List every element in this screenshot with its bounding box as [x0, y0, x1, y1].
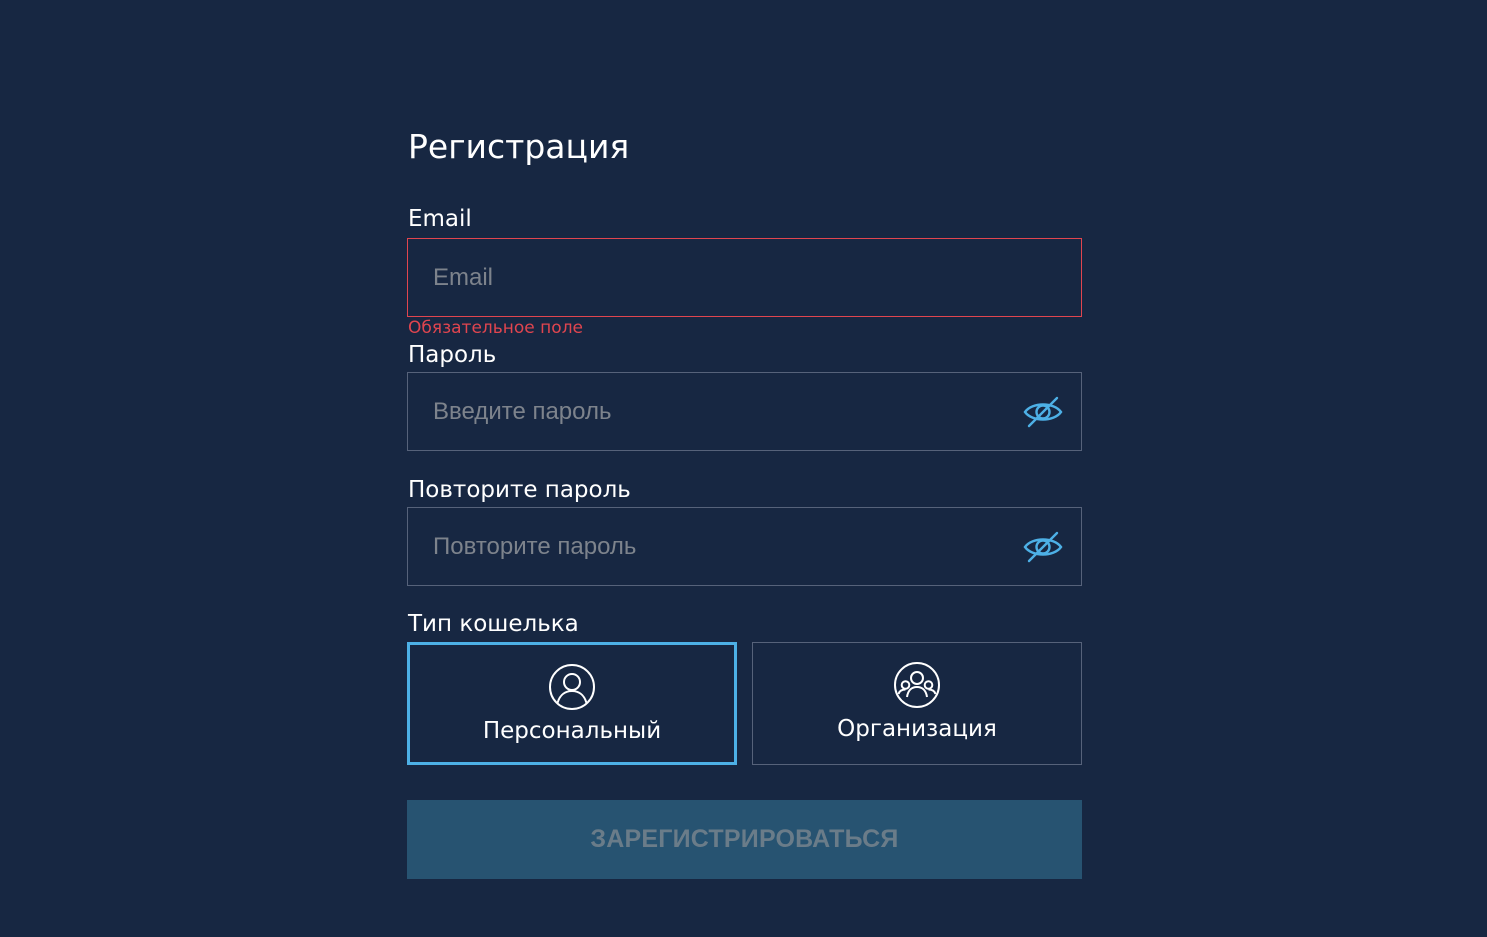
repeat-password-label: Повторите пароль	[408, 477, 631, 503]
repeat-password-field-box	[407, 507, 1082, 586]
email-label: Email	[408, 206, 472, 232]
wallet-option-organization[interactable]: Организация	[752, 642, 1082, 765]
eye-off-icon[interactable]	[1023, 395, 1063, 429]
wallet-option-personal[interactable]: Персональный	[407, 642, 737, 765]
eye-off-icon[interactable]	[1023, 530, 1063, 564]
wallet-option-label: Организация	[837, 716, 997, 742]
repeat-password-input[interactable]	[433, 508, 993, 585]
email-field-box	[407, 238, 1082, 317]
email-input[interactable]	[433, 239, 993, 316]
wallet-type-label: Тип кошелька	[408, 611, 579, 637]
password-input[interactable]	[433, 373, 993, 450]
email-error-message: Обязательное поле	[408, 318, 584, 338]
group-icon	[893, 661, 941, 709]
password-field-box	[407, 372, 1082, 451]
register-button[interactable]: ЗАРЕГИСТРИРОВАТЬСЯ	[407, 800, 1082, 879]
password-label: Пароль	[408, 342, 497, 368]
page-title: Регистрация	[408, 127, 630, 166]
wallet-option-label: Персональный	[482, 718, 662, 744]
user-icon	[548, 663, 596, 711]
